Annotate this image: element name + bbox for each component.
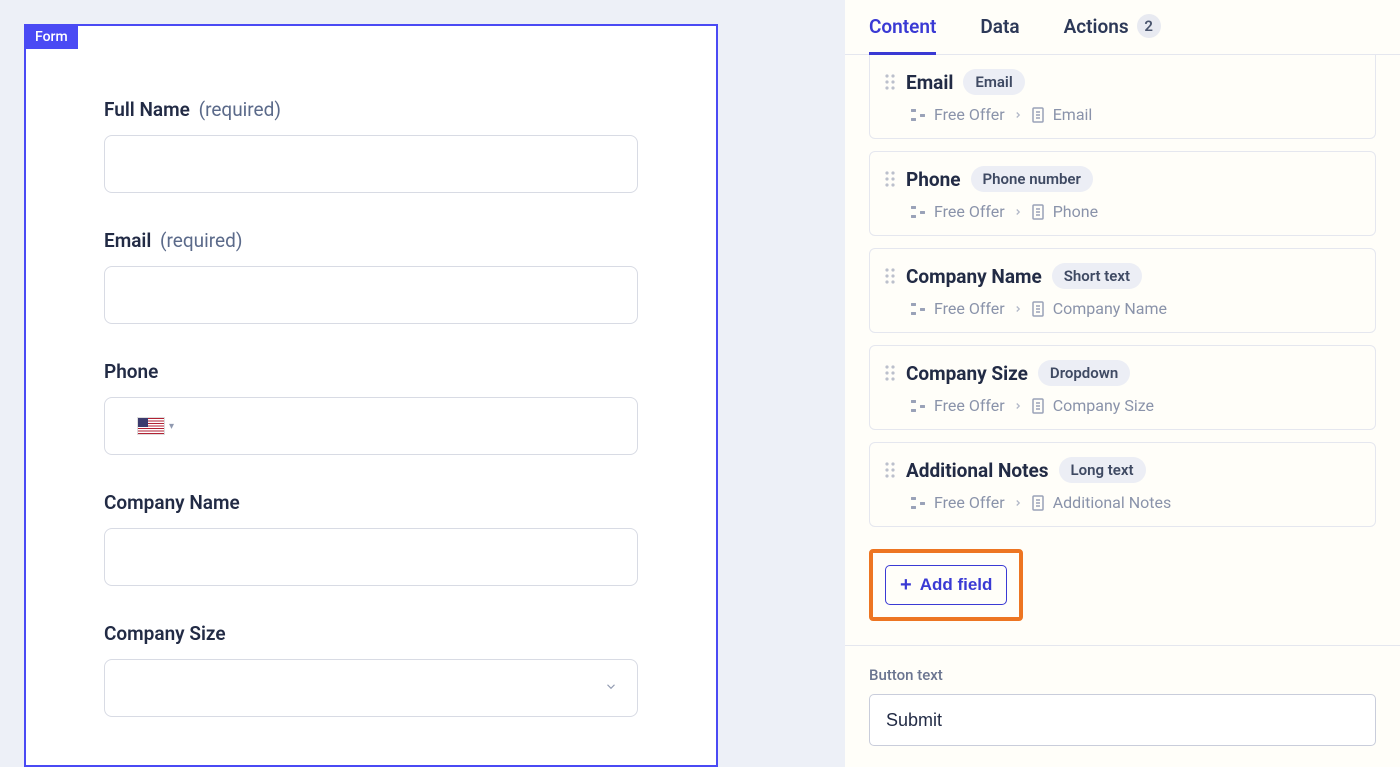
field-card-company-size[interactable]: Company Size Dropdown Free Offer Company…	[869, 345, 1376, 430]
actions-count-badge: 2	[1137, 14, 1161, 38]
button-text-input[interactable]	[869, 694, 1376, 746]
label-text: Email	[104, 229, 151, 252]
label-phone: Phone	[104, 360, 638, 383]
field-type-badge: Long text	[1059, 457, 1146, 483]
form-group-full-name: Full Name (required)	[104, 98, 638, 193]
path-root: Free Offer	[934, 396, 1005, 415]
field-card-email[interactable]: Email Email Free Offer Email	[869, 55, 1376, 139]
button-text-section: Button text	[845, 645, 1400, 746]
input-company-name[interactable]	[104, 528, 638, 586]
label-company-name: Company Name	[104, 491, 638, 514]
field-icon	[1031, 204, 1045, 220]
select-company-size[interactable]	[104, 659, 638, 717]
chevron-right-icon	[1013, 299, 1023, 318]
form-preview-panel: Form Full Name (required) Email (require…	[0, 0, 718, 767]
tab-data[interactable]: Data	[980, 0, 1019, 54]
workflow-icon	[910, 204, 926, 220]
path-leaf: Email	[1053, 105, 1093, 124]
add-field-label: Add field	[920, 575, 993, 595]
field-name: Company Name	[906, 265, 1042, 288]
workflow-icon	[910, 107, 926, 123]
add-field-button[interactable]: + Add field	[885, 565, 1007, 605]
phone-country-select[interactable]: ▾	[121, 398, 182, 454]
label-text: Company Size	[104, 622, 226, 645]
plus-icon: +	[900, 575, 912, 595]
path-leaf: Company Name	[1053, 299, 1167, 318]
input-phone[interactable]: ▾	[104, 397, 638, 455]
workflow-icon	[910, 495, 926, 511]
workflow-icon	[910, 398, 926, 414]
chevron-right-icon	[1013, 396, 1023, 415]
form-group-company-size: Company Size	[104, 622, 638, 717]
path-root: Free Offer	[934, 202, 1005, 221]
label-company-size: Company Size	[104, 622, 638, 645]
form-container[interactable]: Form Full Name (required) Email (require…	[24, 24, 718, 767]
field-name: Company Size	[906, 362, 1028, 385]
path-leaf: Phone	[1053, 202, 1098, 221]
drag-handle-icon[interactable]	[884, 267, 896, 285]
path-root: Free Offer	[934, 299, 1005, 318]
path-leaf: Company Size	[1053, 396, 1154, 415]
input-full-name[interactable]	[104, 135, 638, 193]
field-path: Free Offer Additional Notes	[910, 493, 1361, 512]
config-panel: Content Data Actions 2 Email Email Free …	[845, 0, 1400, 767]
field-name: Additional Notes	[906, 459, 1049, 482]
field-icon	[1031, 301, 1045, 317]
form-inner: Full Name (required) Email (required) Ph…	[54, 54, 688, 737]
field-path: Free Offer Company Size	[910, 396, 1361, 415]
label-text: Company Name	[104, 491, 240, 514]
chevron-down-icon: ▾	[169, 421, 174, 432]
chevron-right-icon	[1013, 202, 1023, 221]
drag-handle-icon[interactable]	[884, 170, 896, 188]
field-icon	[1031, 107, 1045, 123]
add-field-highlight: + Add field	[869, 549, 1023, 621]
form-tag: Form	[25, 25, 78, 49]
panel-tabs: Content Data Actions 2	[845, 0, 1400, 55]
required-indicator: (required)	[199, 98, 281, 121]
field-path: Free Offer Company Name	[910, 299, 1361, 318]
drag-handle-icon[interactable]	[884, 461, 896, 479]
field-path: Free Offer Email	[910, 105, 1361, 124]
input-email[interactable]	[104, 266, 638, 324]
field-icon	[1031, 495, 1045, 511]
required-indicator: (required)	[160, 229, 242, 252]
field-card-phone[interactable]: Phone Phone number Free Offer Phone	[869, 151, 1376, 236]
label-text: Full Name	[104, 98, 190, 121]
chevron-right-icon	[1013, 493, 1023, 512]
chevron-right-icon	[1013, 105, 1023, 124]
path-root: Free Offer	[934, 493, 1005, 512]
button-text-label: Button text	[869, 666, 1376, 684]
panel-body: Email Email Free Offer Email Phone Phone…	[845, 55, 1400, 767]
drag-handle-icon[interactable]	[884, 364, 896, 382]
tab-content[interactable]: Content	[869, 0, 936, 54]
path-root: Free Offer	[934, 105, 1005, 124]
field-type-badge: Dropdown	[1038, 360, 1130, 386]
tab-actions-label: Actions	[1064, 15, 1129, 38]
form-group-email: Email (required)	[104, 229, 638, 324]
canvas-spacer	[718, 0, 845, 767]
tab-actions[interactable]: Actions 2	[1064, 0, 1161, 54]
field-name: Email	[906, 71, 953, 94]
field-name: Phone	[906, 168, 961, 191]
form-group-company-name: Company Name	[104, 491, 638, 586]
drag-handle-icon[interactable]	[884, 73, 896, 91]
field-icon	[1031, 398, 1045, 414]
label-full-name: Full Name (required)	[104, 98, 638, 121]
field-type-badge: Short text	[1052, 263, 1142, 289]
label-text: Phone	[104, 360, 158, 383]
us-flag-icon	[137, 417, 165, 435]
field-card-additional-notes[interactable]: Additional Notes Long text Free Offer Ad…	[869, 442, 1376, 527]
label-email: Email (required)	[104, 229, 638, 252]
workflow-icon	[910, 301, 926, 317]
field-path: Free Offer Phone	[910, 202, 1361, 221]
field-type-badge: Email	[963, 69, 1024, 95]
field-card-company-name[interactable]: Company Name Short text Free Offer Compa…	[869, 248, 1376, 333]
field-type-badge: Phone number	[971, 166, 1093, 192]
path-leaf: Additional Notes	[1053, 493, 1172, 512]
form-group-phone: Phone ▾	[104, 360, 638, 455]
